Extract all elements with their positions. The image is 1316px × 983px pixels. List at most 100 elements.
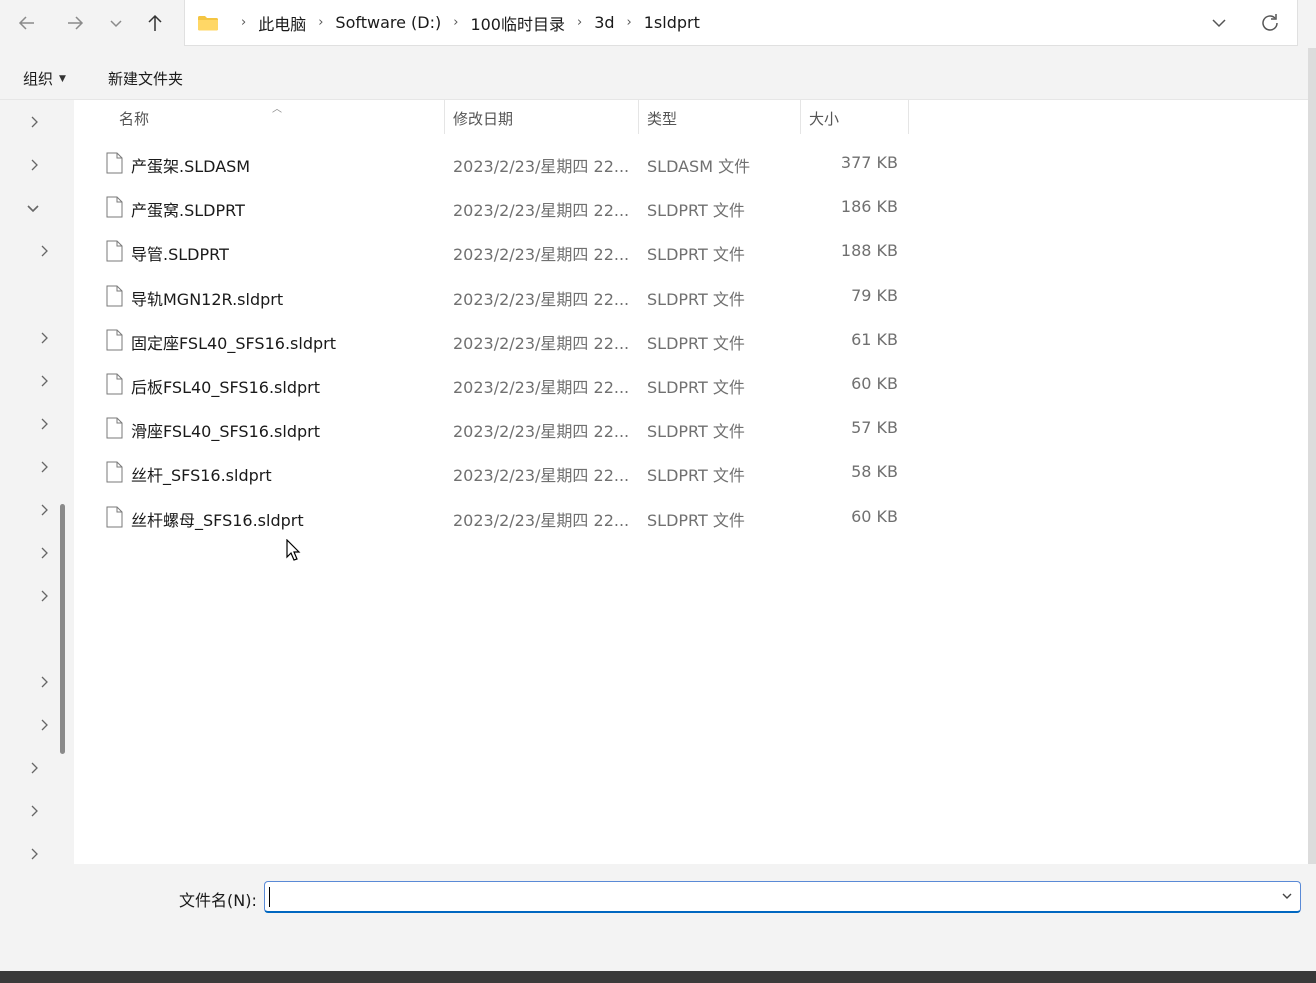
file-date: 2023/2/23/星期四 22... xyxy=(453,466,630,485)
column-divider[interactable] xyxy=(800,100,801,134)
breadcrumb-separator-icon[interactable]: › xyxy=(627,15,632,30)
folder-icon xyxy=(198,15,218,30)
file-date: 2023/2/23/星期四 22... xyxy=(453,334,630,353)
file-type: SLDPRT 文件 xyxy=(647,290,745,309)
file-row[interactable]: 产蛋架.SLDASM 2023/2/23/星期四 22... SLDASM 文件 37… xyxy=(74,141,914,185)
breadcrumb-separator-icon[interactable]: › xyxy=(318,15,323,30)
file-size: 79 KB xyxy=(851,286,898,305)
column-header-date[interactable]: 修改日期 xyxy=(453,100,513,136)
file-date: 2023/2/23/星期四 22... xyxy=(453,157,630,176)
address-bar[interactable]: › 此电脑 › Software (D:) › 100临时目录 › 3d › 1… xyxy=(184,0,1298,46)
expand-chevron-right-icon[interactable] xyxy=(36,373,52,389)
sort-ascending-icon: ︿ xyxy=(272,104,282,115)
refresh-icon[interactable] xyxy=(1259,12,1281,34)
expand-chevron-right-icon[interactable] xyxy=(26,157,42,173)
address-history-chevron-icon[interactable] xyxy=(1209,13,1229,33)
breadcrumb-separator-icon[interactable]: › xyxy=(453,15,458,30)
file-type: SLDPRT 文件 xyxy=(647,245,745,264)
expand-chevron-down-icon[interactable] xyxy=(25,200,41,216)
file-type: SLDPRT 文件 xyxy=(647,511,745,530)
expand-chevron-right-icon[interactable] xyxy=(26,114,42,130)
column-divider[interactable] xyxy=(638,100,639,134)
file-row[interactable]: 导管.SLDPRT 2023/2/23/星期四 22... SLDPRT 文件 188… xyxy=(74,229,914,273)
expand-chevron-right-icon[interactable] xyxy=(26,846,42,862)
expand-chevron-right-icon[interactable] xyxy=(36,330,52,346)
expand-chevron-right-icon[interactable] xyxy=(26,803,42,819)
column-header-type[interactable]: 类型 xyxy=(647,100,677,136)
expand-chevron-right-icon[interactable] xyxy=(36,459,52,475)
navigation-pane-scrollbar[interactable] xyxy=(60,504,65,754)
organize-button[interactable]: 组织 ▼ xyxy=(23,68,66,89)
file-size: 61 KB xyxy=(851,330,898,349)
breadcrumb-separator-icon: › xyxy=(241,15,247,30)
expand-chevron-right-icon[interactable] xyxy=(36,502,52,518)
expand-chevron-right-icon[interactable] xyxy=(36,416,52,432)
file-name: 丝杆_SFS16.sldprt xyxy=(131,466,272,485)
file-list: ︿ 名称 修改日期 类型 大小 产蛋架.SLDASM 2023/2/23/星期四 … xyxy=(74,100,1308,864)
file-name: 丝杆螺母_SFS16.sldprt xyxy=(131,511,304,530)
file-icon xyxy=(106,240,123,262)
file-size: 58 KB xyxy=(851,462,898,481)
filename-bar: 文件名(N): xyxy=(0,864,1316,974)
column-header-size[interactable]: 大小 xyxy=(809,100,839,136)
file-row[interactable]: 后板FSL40_SFS16.sldprt 2023/2/23/星期四 22... S… xyxy=(74,362,914,406)
file-name: 产蛋架.SLDASM xyxy=(131,157,251,176)
breadcrumb-separator-icon[interactable]: › xyxy=(577,15,582,30)
expand-chevron-right-icon[interactable] xyxy=(36,588,52,604)
filename-label: 文件名(N): xyxy=(179,891,257,910)
file-name: 滑座FSL40_SFS16.sldprt xyxy=(131,422,320,441)
text-caret xyxy=(269,887,270,907)
new-folder-label: 新建文件夹 xyxy=(108,70,184,88)
breadcrumb-item-temp-dir[interactable]: 100临时目录 xyxy=(470,11,565,35)
forward-button[interactable] xyxy=(60,8,90,38)
file-row[interactable]: 固定座FSL40_SFS16.sldprt 2023/2/23/星期四 22...… xyxy=(74,318,914,362)
breadcrumb-item-current[interactable]: 1sldprt xyxy=(644,13,700,32)
breadcrumb-item-3d[interactable]: 3d xyxy=(594,13,614,32)
navigation-bar: › 此电脑 › Software (D:) › 100临时目录 › 3d › 1… xyxy=(0,0,1316,56)
file-icon xyxy=(106,196,123,218)
column-divider[interactable] xyxy=(444,100,445,134)
file-icon xyxy=(106,461,123,483)
file-date: 2023/2/23/星期四 22... xyxy=(453,201,630,220)
navigation-pane[interactable] xyxy=(0,100,74,864)
file-row[interactable]: 产蛋窝.SLDPRT 2023/2/23/星期四 22... SLDPRT 文件 18… xyxy=(74,185,914,229)
file-date: 2023/2/23/星期四 22... xyxy=(453,422,630,441)
new-folder-button[interactable]: 新建文件夹 xyxy=(108,68,183,89)
chevron-down-icon xyxy=(110,20,122,28)
command-bar: 组织 ▼ 新建文件夹 xyxy=(0,56,1308,100)
recent-locations-button[interactable] xyxy=(101,8,131,38)
filename-input[interactable] xyxy=(264,881,1301,913)
file-row[interactable]: 导轨MGN12R.sldprt 2023/2/23/星期四 22... SLDPRT… xyxy=(74,274,914,318)
file-date: 2023/2/23/星期四 22... xyxy=(453,378,630,397)
breadcrumb-item-drive[interactable]: Software (D:) xyxy=(335,13,441,32)
file-type: SLDPRT 文件 xyxy=(647,466,745,485)
arrow-up-icon xyxy=(148,14,162,31)
filename-dropdown-chevron-icon[interactable] xyxy=(1280,889,1294,903)
file-type: SLDPRT 文件 xyxy=(647,378,745,397)
breadcrumb-item-this-pc[interactable]: 此电脑 xyxy=(258,11,306,35)
file-row[interactable]: 丝杆_SFS16.sldprt 2023/2/23/星期四 22... SLDPRT… xyxy=(74,450,914,494)
expand-chevron-right-icon[interactable] xyxy=(36,717,52,733)
file-date: 2023/2/23/星期四 22... xyxy=(453,511,630,530)
file-icon xyxy=(106,152,123,174)
column-header-name[interactable]: 名称 xyxy=(119,100,149,136)
window-bottom-edge xyxy=(0,971,1316,983)
file-row[interactable]: 丝杆螺母_SFS16.sldprt 2023/2/23/星期四 22... SLDP… xyxy=(74,495,914,539)
file-type: SLDPRT 文件 xyxy=(647,422,745,441)
file-size: 377 KB xyxy=(840,153,898,172)
file-date: 2023/2/23/星期四 22... xyxy=(453,245,630,264)
file-icon xyxy=(106,329,123,351)
expand-chevron-right-icon[interactable] xyxy=(36,243,52,259)
up-button[interactable] xyxy=(140,8,170,38)
expand-chevron-right-icon[interactable] xyxy=(36,545,52,561)
expand-chevron-right-icon[interactable] xyxy=(26,760,42,776)
file-icon xyxy=(106,417,123,439)
expand-chevron-right-icon[interactable] xyxy=(36,674,52,690)
file-icon xyxy=(106,506,123,528)
back-button[interactable] xyxy=(12,8,42,38)
column-divider[interactable] xyxy=(908,100,909,134)
file-name: 导轨MGN12R.sldprt xyxy=(131,290,284,309)
file-row[interactable]: 滑座FSL40_SFS16.sldprt 2023/2/23/星期四 22... S… xyxy=(74,406,914,450)
file-type: SLDPRT 文件 xyxy=(647,201,745,220)
dropdown-caret-icon: ▼ xyxy=(59,73,66,84)
